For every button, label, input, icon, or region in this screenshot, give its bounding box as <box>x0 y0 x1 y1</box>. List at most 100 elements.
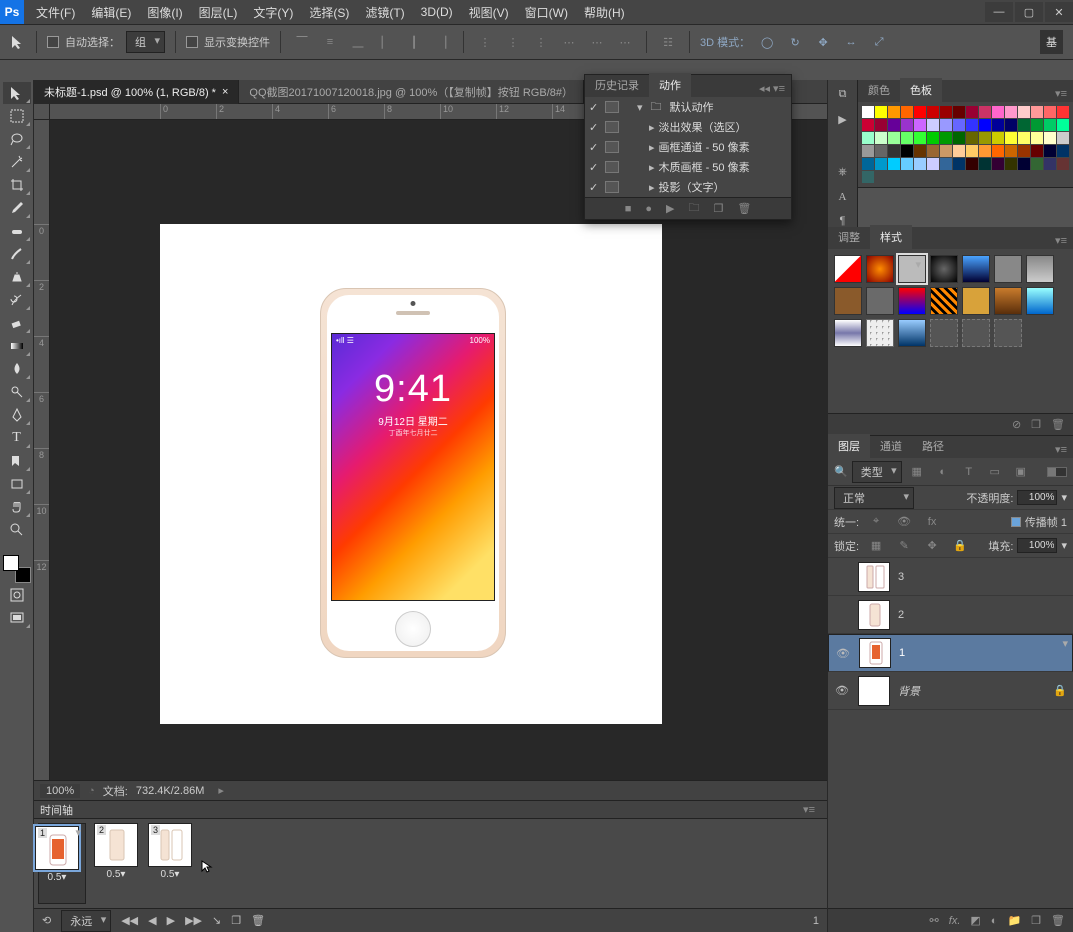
adjustment-layer-icon[interactable]: ◐ <box>991 915 998 927</box>
blur-tool[interactable] <box>3 358 31 380</box>
auto-select-checkbox[interactable] <box>47 36 59 48</box>
swatch[interactable] <box>940 158 952 170</box>
action-row[interactable]: ✓▸木质画框 - 50 像素 <box>585 157 791 177</box>
clone-stamp-tool[interactable] <box>3 266 31 288</box>
swatch[interactable] <box>966 106 978 118</box>
new-set-icon[interactable]: 🗀 <box>688 199 699 218</box>
play-icon[interactable]: ▶ <box>666 202 674 215</box>
swatch[interactable] <box>992 119 1004 131</box>
menu-select[interactable]: 选择(S) <box>301 2 357 23</box>
actions-panel[interactable]: 历史记录 动作 ◂◂ ▾≡ ✓▾🗀默认动作 ✓▸淡出效果（选区） ✓▸画框通道 … <box>584 74 792 220</box>
swatch[interactable] <box>914 119 926 131</box>
window-maximize-button[interactable]: ▢ <box>1015 2 1043 22</box>
new-action-icon[interactable]: ❐ <box>713 202 723 215</box>
menu-help[interactable]: 帮助(H) <box>576 2 633 23</box>
dodge-tool[interactable] <box>3 381 31 403</box>
swatch[interactable] <box>1031 106 1043 118</box>
no-style-icon[interactable]: ⊘ <box>1012 418 1021 431</box>
paths-tab[interactable]: 路径 <box>912 434 954 458</box>
swatch[interactable] <box>979 158 991 170</box>
swatch[interactable] <box>1031 119 1043 131</box>
crop-tool[interactable] <box>3 174 31 196</box>
filter-shape-icon[interactable]: ▭ <box>984 461 1006 483</box>
swatch[interactable] <box>901 106 913 118</box>
swatch[interactable] <box>927 145 939 157</box>
duplicate-frame-icon[interactable]: ❐ <box>231 914 241 927</box>
swatch[interactable] <box>888 119 900 131</box>
styles-tab[interactable]: 样式 <box>870 225 912 249</box>
vertical-ruler[interactable]: 024681012 <box>34 120 50 780</box>
swatch[interactable] <box>888 132 900 144</box>
delete-frame-icon[interactable]: 🗑 <box>251 914 265 927</box>
filter-smart-icon[interactable]: ▣ <box>1010 461 1032 483</box>
lasso-tool[interactable] <box>3 128 31 150</box>
3d-slide-icon[interactable]: ↔ <box>840 31 862 53</box>
visibility-toggle[interactable]: 👁 <box>835 647 851 660</box>
filter-adjust-icon[interactable]: ◐ <box>932 461 954 483</box>
lock-transparency-icon[interactable]: ▦ <box>865 535 887 557</box>
fill-input[interactable] <box>1017 538 1057 553</box>
swatch[interactable] <box>953 106 965 118</box>
swatch[interactable] <box>1044 119 1056 131</box>
marquee-tool[interactable] <box>3 105 31 127</box>
swatch[interactable] <box>1018 145 1030 157</box>
swatch[interactable] <box>940 119 952 131</box>
loop-select[interactable]: 永远 <box>61 910 111 932</box>
swatch[interactable] <box>979 132 991 144</box>
eyedropper-tool[interactable] <box>3 197 31 219</box>
swatch[interactable] <box>1031 132 1043 144</box>
propagate-checkbox[interactable] <box>1011 517 1021 527</box>
swatch[interactable] <box>914 158 926 170</box>
delete-style-icon[interactable]: 🗑 <box>1051 418 1065 431</box>
swatch[interactable] <box>875 106 887 118</box>
swatch[interactable] <box>901 119 913 131</box>
styles-grid[interactable] <box>828 249 1073 353</box>
layer-name[interactable]: 背景 <box>898 683 920 699</box>
swatch[interactable] <box>1044 158 1056 170</box>
layer-fx-icon[interactable]: fx. <box>949 915 961 927</box>
color-tab[interactable]: 颜色 <box>858 78 900 102</box>
swatch[interactable] <box>979 119 991 131</box>
swatch[interactable] <box>875 158 887 170</box>
swatch[interactable] <box>862 119 874 131</box>
align-top-icon[interactable]: ⎺ <box>291 31 313 53</box>
layer-item-background[interactable]: 👁 背景 🔒 <box>828 672 1073 710</box>
swatch[interactable] <box>1018 132 1030 144</box>
history-tab[interactable]: 历史记录 <box>585 73 649 97</box>
align-right-icon[interactable]: ▕ <box>431 31 453 53</box>
pen-tool[interactable] <box>3 404 31 426</box>
swatch[interactable] <box>927 119 939 131</box>
auto-select-type-select[interactable]: 组 <box>126 31 165 53</box>
delete-layer-icon[interactable]: 🗑 <box>1051 914 1065 927</box>
frame-1[interactable]: 1 0.5▾ <box>38 823 86 904</box>
swatch[interactable] <box>1044 106 1056 118</box>
channels-tab[interactable]: 通道 <box>870 434 912 458</box>
swatch[interactable] <box>1018 119 1030 131</box>
tween-icon[interactable]: ↘ <box>212 914 221 927</box>
swatch[interactable] <box>901 132 913 144</box>
align-bottom-icon[interactable]: ⎽ <box>347 31 369 53</box>
menu-filter[interactable]: 滤镜(T) <box>357 2 412 23</box>
unify-visibility-icon[interactable]: 👁 <box>893 511 915 533</box>
dist-right-icon[interactable]: ⋯ <box>614 31 636 53</box>
layer-item-1[interactable]: 👁 1 <box>828 634 1073 672</box>
lock-all-icon[interactable]: 🔒 <box>949 535 971 557</box>
status-indicator-icon[interactable]: ◔ <box>88 785 95 797</box>
swatch[interactable] <box>940 145 952 157</box>
swatch[interactable] <box>1005 106 1017 118</box>
swatch[interactable] <box>862 145 874 157</box>
swatch[interactable] <box>862 158 874 170</box>
dist-vcenter-icon[interactable]: ⋮ <box>502 31 524 53</box>
swatch[interactable] <box>992 158 1004 170</box>
swatch[interactable] <box>888 158 900 170</box>
swatch[interactable] <box>1018 106 1030 118</box>
auto-align-icon[interactable]: ☷ <box>657 31 679 53</box>
swatch[interactable] <box>888 145 900 157</box>
character-icon[interactable]: A <box>839 191 847 203</box>
layer-mask-icon[interactable]: ◩ <box>970 914 980 927</box>
window-minimize-button[interactable]: — <box>985 2 1013 22</box>
swatch[interactable] <box>862 106 874 118</box>
menu-view[interactable]: 视图(V) <box>461 2 517 23</box>
menu-image[interactable]: 图像(I) <box>139 2 190 23</box>
history-brush-tool[interactable] <box>3 289 31 311</box>
